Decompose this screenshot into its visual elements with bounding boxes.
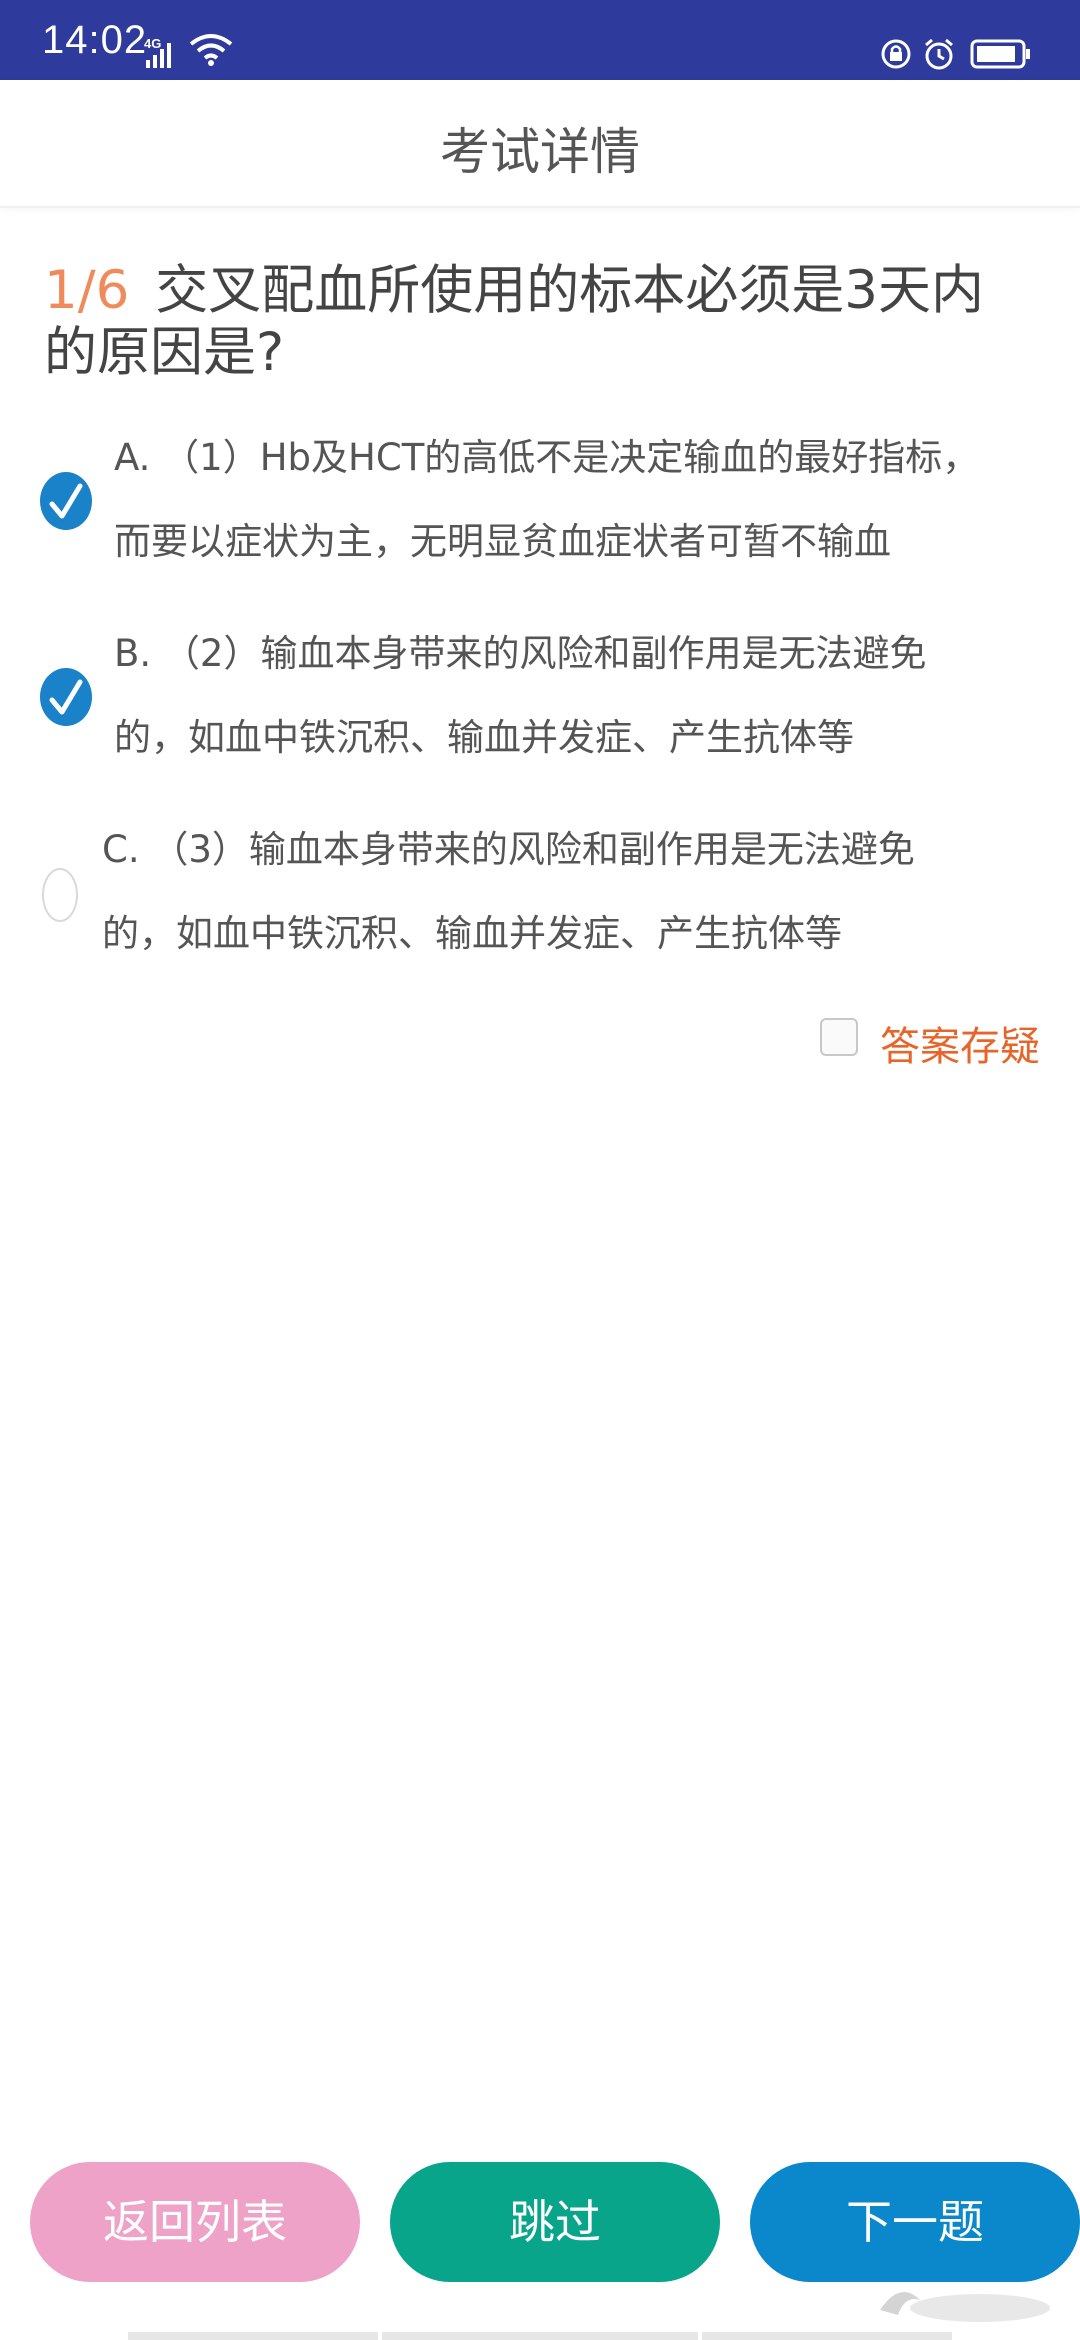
- option-text: C. （3）输血本身带来的风险和副作用是无法避免 的，如血中铁沉积、输血并发症、…: [102, 808, 1022, 976]
- lock-rotation-icon: [881, 39, 911, 69]
- answer-doubt-toggle[interactable]: 答案存疑: [818, 1014, 1048, 1078]
- option-line: 而要以症状为主，无明显贫血症状者可暂不输血: [114, 520, 891, 563]
- doubt-checkbox[interactable]: [820, 1018, 858, 1056]
- battery-icon: [970, 39, 1030, 69]
- option-text: B. （2）输血本身带来的风险和副作用是无法避免 的，如血中铁沉积、输血并发症、…: [114, 612, 1034, 780]
- option-c[interactable]: C. （3）输血本身带来的风险和副作用是无法避免 的，如血中铁沉积、输血并发症、…: [0, 808, 1080, 978]
- app-header: 考试详情: [0, 80, 1080, 208]
- page-title: 考试详情: [440, 123, 640, 181]
- option-b[interactable]: B. （2）输血本身带来的风险和副作用是无法避免 的，如血中铁沉积、输血并发症、…: [0, 612, 1080, 782]
- alarm-icon: [925, 38, 953, 70]
- status-time: 14:02: [42, 18, 148, 62]
- option-line: 的，如血中铁沉积、输血并发症、产生抗体等: [102, 912, 842, 955]
- strip-segment: [128, 2332, 378, 2340]
- option-line: B. （2）输血本身带来的风险和副作用是无法避免: [114, 632, 927, 675]
- option-line: 的，如血中铁沉积、输血并发症、产生抗体等: [114, 716, 854, 759]
- option-line: A. （1）Hb及HCT的高低不是决定输血的最好指标，: [114, 436, 980, 479]
- back-to-list-button[interactable]: 返回列表: [30, 2162, 360, 2282]
- question-title: 1/6 交叉配血所使用的标本必须是3天内的原因是?: [44, 260, 1004, 384]
- option-line: C. （3）输血本身带来的风险和副作用是无法避免: [102, 828, 915, 871]
- checkmark-icon[interactable]: [40, 472, 92, 530]
- doubt-label: 答案存疑: [880, 1024, 1040, 1070]
- question-number: 1/6: [44, 260, 130, 321]
- watermark-logo: [870, 2270, 1070, 2330]
- signal-icon: 4G: [144, 34, 233, 68]
- option-text: A. （1）Hb及HCT的高低不是决定输血的最好指标， 而要以症状为主，无明显贫…: [114, 416, 1034, 584]
- next-question-button[interactable]: 下一题: [750, 2162, 1080, 2282]
- unchecked-circle-icon[interactable]: [42, 868, 78, 922]
- strip-segment: [702, 2332, 952, 2340]
- status-bar: 14:02 4G: [0, 0, 1080, 80]
- checkmark-icon[interactable]: [40, 668, 92, 726]
- strip-segment: [382, 2332, 698, 2340]
- option-a[interactable]: A. （1）Hb及HCT的高低不是决定输血的最好指标， 而要以症状为主，无明显贫…: [0, 416, 1080, 586]
- skip-button[interactable]: 跳过: [390, 2162, 720, 2282]
- wifi-icon: [189, 34, 233, 66]
- status-icons: [880, 38, 1040, 74]
- question-text: 交叉配血所使用的标本必须是3天内的原因是?: [44, 260, 985, 383]
